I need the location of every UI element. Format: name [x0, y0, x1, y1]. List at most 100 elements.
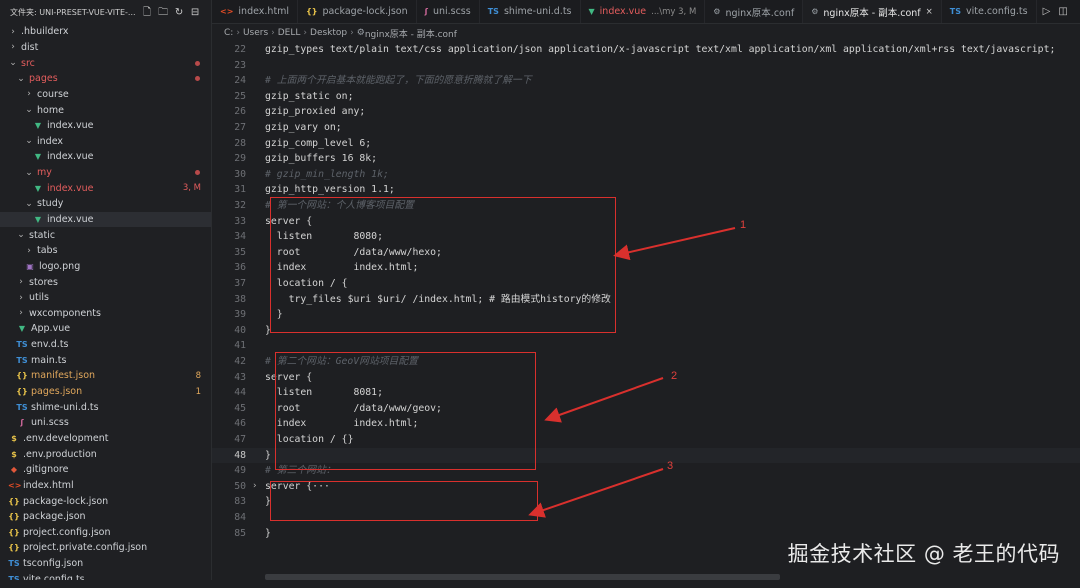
editor-tab[interactable]: ʃ uni.scss: [417, 0, 480, 23]
file-item[interactable]: ʃ uni.scss: [0, 415, 211, 431]
folder-item[interactable]: ⌄ my: [0, 165, 211, 181]
json-file-icon: {}: [8, 512, 20, 522]
line-number: 31: [234, 184, 246, 196]
tree-item-label: pages: [29, 73, 58, 85]
breadcrumb-item[interactable]: C:: [224, 28, 233, 38]
new-file-icon[interactable]: 🗋: [142, 7, 153, 18]
collapse-icon[interactable]: ⊟: [190, 7, 201, 18]
folder-item[interactable]: ⌄ pages: [0, 71, 211, 87]
file-item[interactable]: {} package-lock.json: [0, 493, 211, 509]
chevron-right-icon[interactable]: ›: [24, 89, 34, 99]
folder-item[interactable]: › .hbuilderx: [0, 24, 211, 40]
file-item[interactable]: {} project.config.json: [0, 525, 211, 541]
editor-tab[interactable]: ⚙ nginx原本.conf: [705, 0, 804, 23]
chevron-right-icon[interactable]: ›: [16, 293, 26, 303]
folder-item[interactable]: ⌄ study: [0, 196, 211, 212]
tree-item-label: project.config.json: [23, 526, 111, 538]
file-item[interactable]: $ .env.production: [0, 446, 211, 462]
editor-tab[interactable]: {} package-lock.json: [298, 0, 417, 23]
file-item[interactable]: TS env.d.ts: [0, 337, 211, 353]
file-item[interactable]: ▼ App.vue: [0, 321, 211, 337]
run-icon[interactable]: ▷: [1043, 6, 1051, 17]
chevron-right-icon[interactable]: ›: [8, 27, 18, 37]
chevron-down-icon[interactable]: ⌄: [8, 58, 18, 68]
folder-item[interactable]: ⌄ home: [0, 102, 211, 118]
chevron-right-icon[interactable]: ›: [24, 246, 34, 256]
fold-chevron-icon[interactable]: ›: [252, 479, 257, 495]
editor-tab[interactable]: ▼ index.vue ...\my 3, M: [581, 0, 706, 23]
code-text: gzip_comp_level 6;: [265, 137, 372, 149]
code-line[interactable]: 25 gzip_static on;: [212, 89, 1080, 105]
tree-item-label: env.d.ts: [31, 339, 69, 351]
file-item[interactable]: ▼ index.vue: [0, 149, 211, 165]
tab-label: index.vue: [599, 6, 647, 17]
refresh-icon[interactable]: ↻: [174, 7, 185, 18]
folder-item[interactable]: › tabs: [0, 243, 211, 259]
folder-item[interactable]: › course: [0, 87, 211, 103]
file-item[interactable]: ◆ .gitignore: [0, 462, 211, 478]
code-line[interactable]: 23: [212, 58, 1080, 74]
file-item[interactable]: ▼ index.vue: [0, 211, 211, 228]
code-line[interactable]: 30 # gzip_min_length 1k;: [212, 167, 1080, 183]
line-number: 33: [234, 215, 246, 227]
folder-item[interactable]: › utils: [0, 290, 211, 306]
file-item[interactable]: ▣ logo.png: [0, 259, 211, 275]
editor-tab[interactable]: <> index.html: [212, 0, 299, 23]
code-line[interactable]: 24 # 上面两个开启基本就能跑起了，下面的愿意折腾就了解一下: [212, 73, 1080, 89]
git-file-icon: ◆: [10, 465, 18, 475]
code-line[interactable]: 28 gzip_comp_level 6;: [212, 136, 1080, 152]
file-item[interactable]: TS tsconfig.json: [0, 556, 211, 572]
chevron-down-icon[interactable]: ⌄: [24, 105, 34, 115]
chevron-down-icon[interactable]: ⌄: [16, 74, 26, 84]
file-item[interactable]: $ .env.development: [0, 431, 211, 447]
line-number: 25: [234, 90, 246, 102]
line-number: 41: [234, 340, 246, 352]
tree-item-label: index.vue: [47, 151, 94, 163]
vue-file-icon: ▼: [34, 183, 42, 193]
new-folder-icon[interactable]: 🗀: [158, 7, 169, 18]
tree-item-label: home: [37, 104, 64, 116]
file-item[interactable]: TS shime-uni.d.ts: [0, 399, 211, 415]
code-editor[interactable]: 22 gzip_types text/plain text/css applica…: [212, 41, 1080, 573]
folder-item[interactable]: › wxcomponents: [0, 306, 211, 322]
status-badge: 1: [195, 386, 201, 397]
file-item[interactable]: <> index.html: [0, 478, 211, 494]
close-icon[interactable]: ×: [926, 7, 933, 17]
chevron-right-icon[interactable]: ›: [16, 308, 26, 318]
code-line[interactable]: 27 gzip_vary on;: [212, 120, 1080, 136]
editor-tab[interactable]: TS vite.config.ts: [942, 0, 1037, 23]
folder-item[interactable]: › dist: [0, 40, 211, 56]
file-item[interactable]: {} package.json: [0, 509, 211, 525]
chevron-down-icon[interactable]: ⌄: [24, 199, 34, 209]
editor-tab[interactable]: ⚙ nginx原本 - 副本.conf ×: [803, 0, 942, 23]
code-line[interactable]: 22 gzip_types text/plain text/css applica…: [212, 42, 1080, 58]
file-item[interactable]: {} manifest.json 8: [0, 368, 211, 384]
folder-item[interactable]: ⌄ src: [0, 55, 211, 71]
editor-tab[interactable]: TS shime-uni.d.ts: [480, 0, 581, 23]
line-number: 24: [234, 75, 246, 87]
chevron-down-icon[interactable]: ⌄: [24, 168, 34, 178]
file-item[interactable]: ▼ index.vue 3, M: [0, 180, 211, 196]
breadcrumb-item[interactable]: Desktop: [310, 28, 347, 38]
breadcrumb-item[interactable]: DELL: [278, 28, 301, 38]
folder-item[interactable]: › stores: [0, 274, 211, 290]
line-number: 22: [234, 44, 246, 55]
file-item[interactable]: TS main.ts: [0, 352, 211, 368]
chevron-right-icon[interactable]: ›: [8, 42, 18, 52]
breadcrumb-item[interactable]: Users: [243, 28, 268, 38]
file-item[interactable]: {} pages.json 1: [0, 384, 211, 400]
code-line[interactable]: 29 gzip_buffers 16 8k;: [212, 151, 1080, 167]
code-line[interactable]: 26 gzip_proxied any;: [212, 104, 1080, 120]
tree-item-label: main.ts: [31, 354, 67, 366]
chevron-right-icon[interactable]: ›: [16, 277, 26, 287]
folder-item[interactable]: ⌄ index: [0, 133, 211, 149]
file-item[interactable]: ▼ index.vue: [0, 118, 211, 134]
code-line[interactable]: 31 gzip_http_version 1.1;: [212, 182, 1080, 198]
folder-item[interactable]: ⌄ static: [0, 227, 211, 243]
split-editor-icon[interactable]: ◫: [1058, 6, 1067, 17]
chevron-down-icon[interactable]: ⌄: [16, 230, 26, 240]
file-item[interactable]: {} project.private.config.json: [0, 540, 211, 556]
env-file-icon: $: [11, 433, 17, 443]
chevron-down-icon[interactable]: ⌄: [24, 136, 34, 146]
breadcrumb-item[interactable]: nginx原本 - 副本.conf: [365, 27, 457, 40]
